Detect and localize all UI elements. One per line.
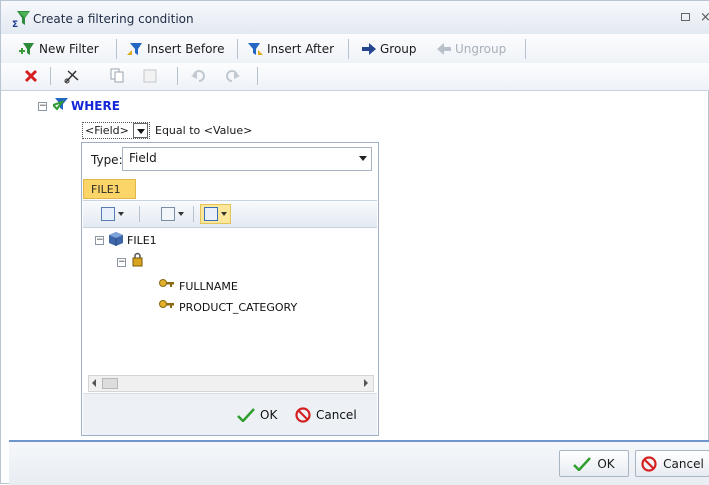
toolbar-separator	[348, 39, 349, 59]
key-segment-icon	[132, 252, 143, 267]
type-select[interactable]: Field	[122, 147, 372, 171]
list-icon	[161, 207, 175, 221]
toolbar-separator	[116, 39, 117, 59]
dialog-ok-label: OK	[597, 456, 615, 471]
undo-icon[interactable]	[191, 70, 205, 82]
dialog-cancel-button[interactable]: Cancel	[635, 450, 709, 477]
scroll-left-icon[interactable]	[92, 379, 96, 387]
scroll-thumb[interactable]	[102, 378, 118, 389]
delete-icon[interactable]	[24, 69, 38, 83]
window-title: Create a filtering condition	[33, 12, 194, 26]
maximize-icon[interactable]	[681, 13, 690, 21]
list-view-button[interactable]	[161, 204, 184, 224]
close-icon[interactable]: ×	[700, 10, 709, 25]
chevron-down-icon	[178, 212, 184, 216]
popup-ok-button[interactable]: OK	[237, 408, 277, 422]
filter-sigma-icon: Σ	[12, 11, 30, 28]
segment-collapse-toggle[interactable]: −	[117, 258, 126, 267]
tree-toolbar	[83, 200, 377, 228]
popup-footer: OK Cancel	[83, 393, 377, 435]
sort-view-button[interactable]	[200, 204, 231, 224]
sort-az-icon	[204, 207, 218, 221]
field-key-icon	[159, 279, 174, 287]
new-filter-button[interactable]: New Filter	[19, 40, 99, 58]
cancel-icon	[295, 407, 311, 423]
new-filter-label: New Filter	[39, 42, 99, 56]
checkmark-icon	[573, 456, 592, 471]
checkmark-icon	[237, 408, 255, 422]
ungroup-label: Ungroup	[455, 42, 507, 56]
dialog-ok-button[interactable]: OK	[559, 450, 629, 477]
field-dropdown-button[interactable]	[133, 123, 148, 138]
svg-text:Σ: Σ	[12, 20, 18, 28]
horizontal-scrollbar[interactable]	[88, 375, 374, 392]
title-bar: Σ Create a filtering condition ×	[1, 1, 709, 35]
condition-operator[interactable]: Equal to <Value>	[155, 124, 252, 137]
group-button[interactable]: Group	[362, 40, 417, 58]
insert-before-icon	[127, 43, 142, 55]
filter-toolbar: New Filter Insert Before Insert After Gr…	[1, 34, 709, 64]
redo-icon[interactable]	[226, 70, 240, 82]
hierarchy-icon	[101, 207, 115, 221]
new-filter-icon	[19, 43, 34, 55]
type-label: Type:	[91, 153, 123, 167]
chevron-down-icon	[118, 212, 124, 216]
group-label: Group	[380, 42, 417, 56]
tab-file1[interactable]: FILE1	[83, 179, 136, 199]
paste-icon[interactable]	[143, 68, 157, 83]
where-filter-icon	[53, 98, 68, 111]
cut-icon[interactable]	[64, 68, 80, 84]
edit-toolbar	[1, 63, 709, 91]
where-label: WHERE	[71, 99, 120, 113]
dialog-cancel-label: Cancel	[663, 456, 704, 471]
insert-before-button[interactable]: Insert Before	[127, 40, 224, 58]
cancel-icon	[641, 455, 657, 472]
tree-field-product-category[interactable]: PRODUCT_CATEGORY	[179, 301, 297, 314]
file1-collapse-toggle[interactable]: −	[95, 236, 104, 245]
chevron-down-icon	[359, 156, 367, 161]
popup-cancel-label: Cancel	[316, 408, 357, 422]
field-key-icon	[159, 300, 174, 308]
toolbar-separator	[257, 67, 258, 85]
field-selector-text: <Field>	[85, 124, 129, 137]
tree-root-label[interactable]: FILE1	[127, 234, 157, 247]
popup-cancel-button[interactable]: Cancel	[295, 407, 357, 423]
type-select-value: Field	[129, 151, 157, 165]
toolbar-separator	[177, 67, 178, 85]
toolbar-separator	[139, 206, 140, 222]
toolbar-separator	[525, 39, 526, 59]
popup-ok-label: OK	[260, 408, 278, 422]
tree-view-button[interactable]	[101, 204, 124, 224]
chevron-down-icon	[221, 212, 227, 216]
toolbar-separator	[50, 67, 51, 85]
tree-field-fullname[interactable]: FULLNAME	[179, 280, 238, 293]
chevron-down-icon	[137, 129, 145, 134]
dialog-window: Σ Create a filtering condition × New Fil…	[0, 0, 709, 485]
insert-before-label: Insert Before	[147, 42, 225, 56]
scroll-right-icon[interactable]	[364, 379, 368, 387]
ungroup-arrow-icon	[437, 43, 451, 55]
database-cube-icon	[109, 232, 123, 246]
insert-after-label: Insert After	[267, 42, 335, 56]
where-collapse-toggle[interactable]: −	[38, 102, 47, 111]
tab-file1-label: FILE1	[91, 183, 121, 196]
insert-after-icon	[248, 43, 263, 55]
copy-icon[interactable]	[110, 68, 124, 83]
insert-after-button[interactable]: Insert After	[247, 40, 334, 58]
group-arrow-icon	[362, 43, 376, 55]
field-tree: − FILE1 − FULLNAME PRODUCT_CATEGORY	[83, 228, 377, 378]
toolbar-separator	[237, 39, 238, 59]
ungroup-button[interactable]: Ungroup	[437, 40, 506, 58]
toolbar-separator	[193, 206, 194, 222]
